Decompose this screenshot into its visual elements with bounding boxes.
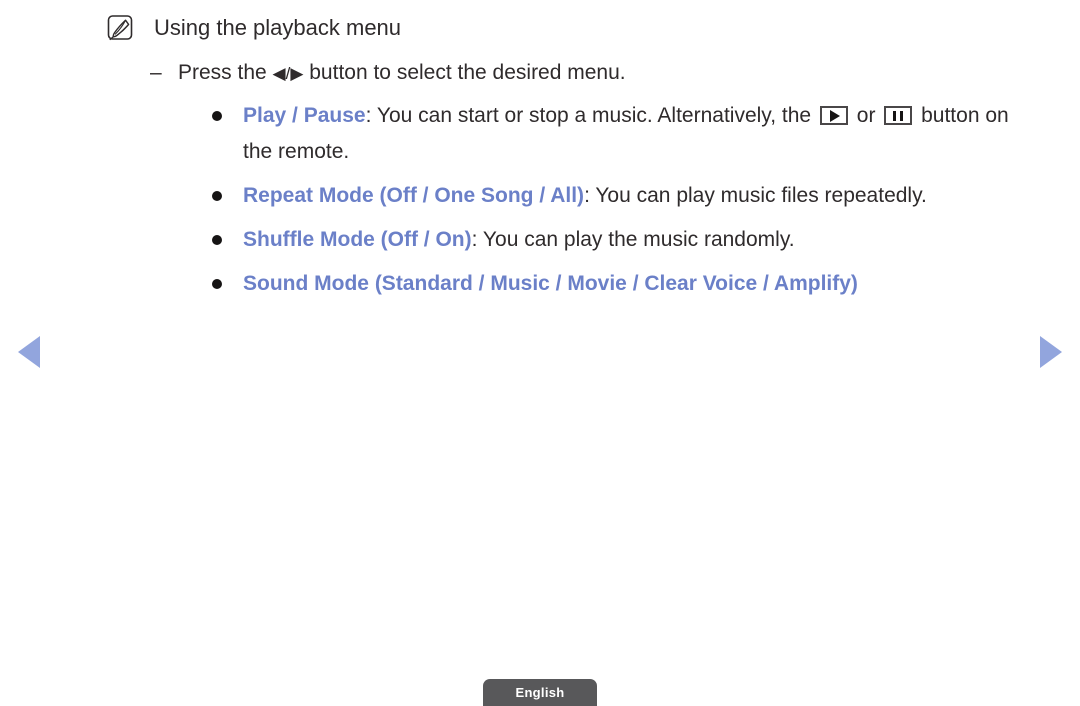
list-item: Shuffle Mode (Off / On): You can play th… <box>205 222 1035 258</box>
note-pencil-icon <box>106 14 136 44</box>
note-heading: Using the playback menu <box>106 13 401 44</box>
option-keyword: Repeat Mode (Off / One Song / All) <box>243 184 585 207</box>
instruction-text: Press the ◀/▶ button to select the desir… <box>178 58 626 89</box>
option-keyword: Shuffle Mode (Off / On) <box>243 228 472 251</box>
option-text-between-icons: or <box>850 104 882 127</box>
list-item: Sound Mode (Standard / Music / Movie / C… <box>205 266 1035 302</box>
list-item: Repeat Mode (Off / One Song / All): You … <box>205 178 1035 214</box>
note-title: Using the playback menu <box>154 15 402 40</box>
option-text: : You can play the music randomly. <box>471 228 795 251</box>
playback-menu-options-list: Play / Pause: You can start or stop a mu… <box>205 98 1035 310</box>
pause-key-icon <box>884 106 913 125</box>
option-text: : You can play music files repeatedly. <box>584 184 927 207</box>
option-keyword: Play / Pause <box>243 104 366 127</box>
instruction-text-after: button to select the desired menu. <box>303 61 626 84</box>
instruction-row: – Press the ◀/▶ button to select the des… <box>150 58 626 89</box>
arrow-left-icon[interactable] <box>18 336 40 368</box>
option-keyword: Sound Mode (Standard / Music / Movie / C… <box>243 272 858 295</box>
instruction-text-before: Press the <box>178 61 273 84</box>
list-item: Play / Pause: You can start or stop a mu… <box>205 98 1035 170</box>
language-button[interactable]: English <box>483 679 597 706</box>
manual-page: Using the playback menu – Press the ◀/▶ … <box>0 0 1080 706</box>
option-text-before-play: : You can start or stop a music. Alterna… <box>365 104 817 127</box>
left-right-arrow-icon: ◀/▶ <box>272 64 304 83</box>
arrow-right-icon[interactable] <box>1040 336 1062 368</box>
play-key-icon <box>819 106 848 125</box>
dash-marker: – <box>150 61 162 84</box>
